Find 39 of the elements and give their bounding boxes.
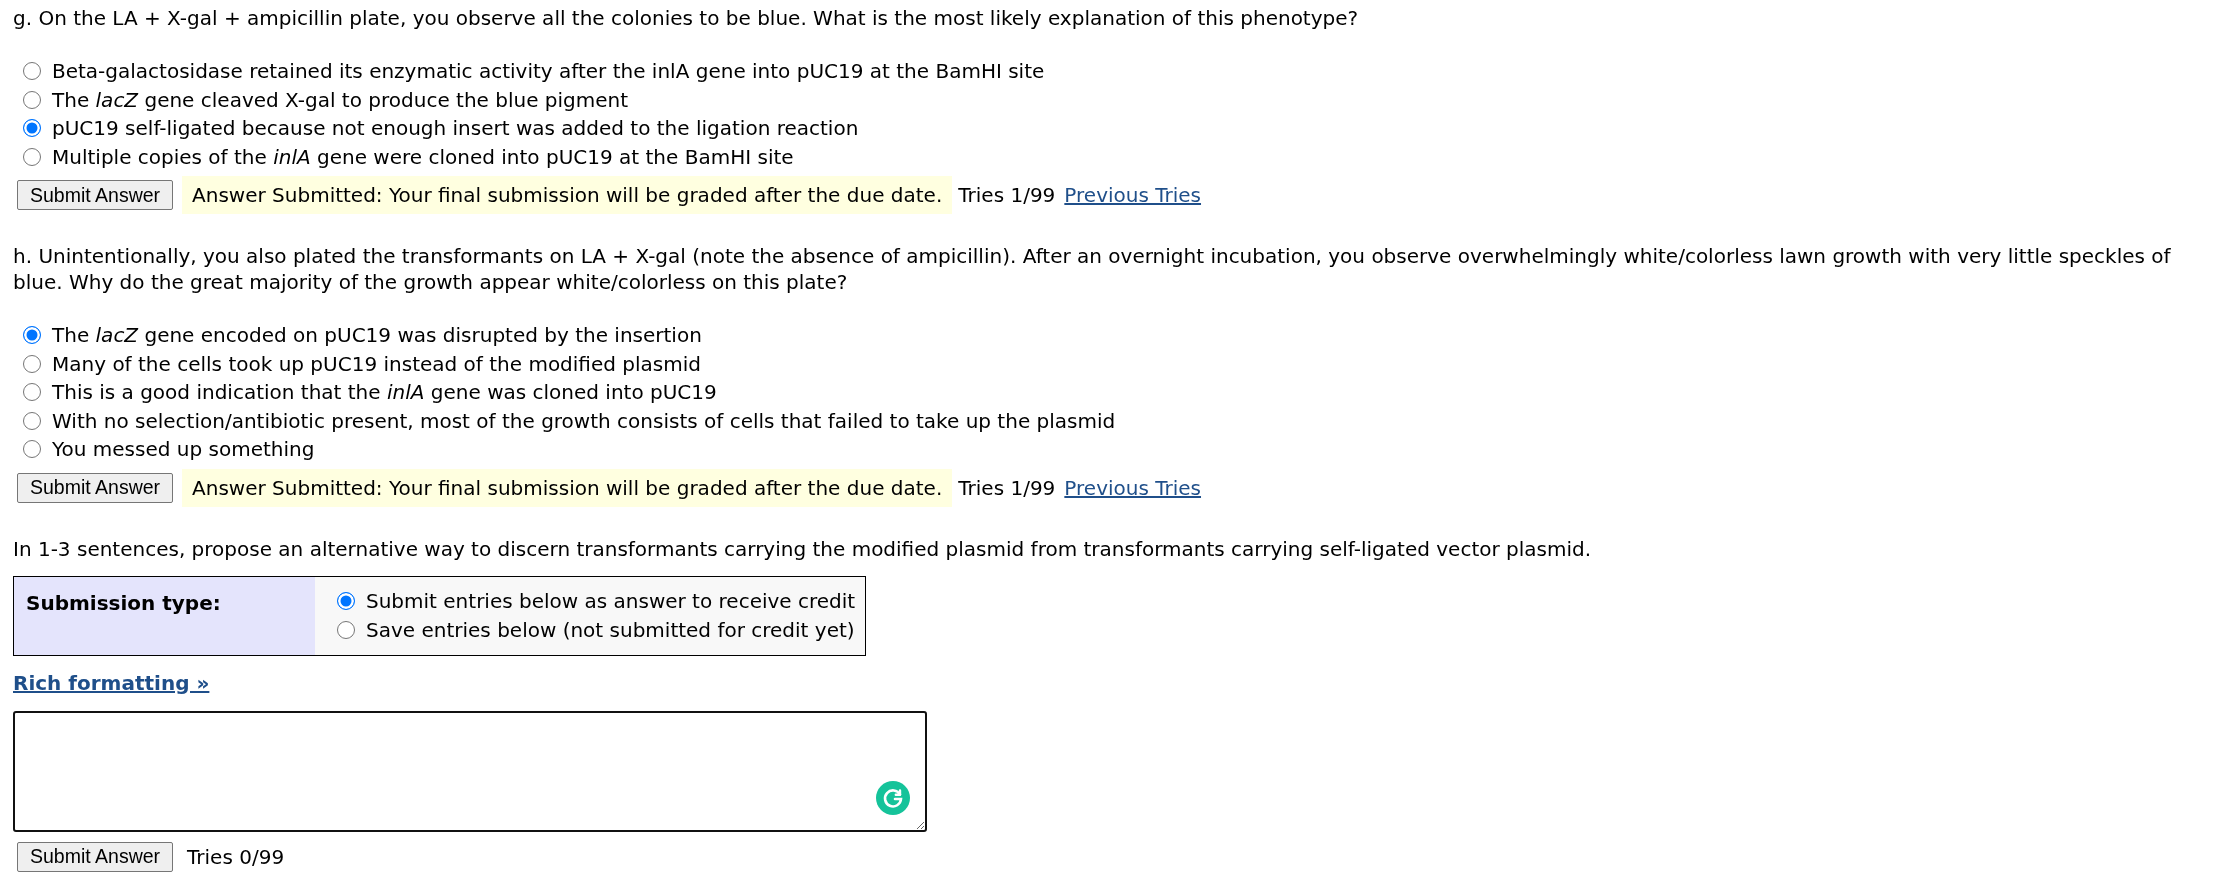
answer-box[interactable] bbox=[13, 710, 927, 832]
question-text: In 1-3 sentences, propose an alternative way to discern transformants carrying the modified plasmid from transformants carrying self-ligated vector plasmid. bbox=[13, 535, 1593, 562]
option-label: Save entries below (not submitted for credit yet) bbox=[366, 618, 855, 642]
radio-button[interactable] bbox=[23, 62, 41, 81]
radio-button[interactable] bbox=[23, 354, 41, 373]
radio-button[interactable] bbox=[23, 326, 41, 345]
status-message: Answer Submitted: Your final submission will be graded after the due date. bbox=[182, 176, 953, 214]
option-label: The lacZ gene encoded on pUC19 was disrupted by the insertion bbox=[52, 323, 702, 348]
option-label: Beta-galactosidase retained its enzymatic activity after the inlA gene into pUC19 at the BamHI site bbox=[52, 59, 1045, 84]
option-label: With no selection/antibiotic present, most of the growth consists of cells that failed to take up the plasmid bbox=[52, 408, 1116, 433]
radio-button[interactable] bbox=[23, 90, 41, 109]
radio-button[interactable] bbox=[337, 621, 355, 639]
radio-button[interactable] bbox=[337, 592, 355, 610]
rich-formatting-link[interactable]: Rich formatting » bbox=[13, 669, 210, 696]
radio-button[interactable] bbox=[23, 440, 41, 459]
submit-answer-button[interactable]: Submit Answer bbox=[17, 180, 174, 210]
tries-count: Tries 1/99 bbox=[958, 183, 1056, 207]
radio-button[interactable] bbox=[23, 147, 41, 166]
option-label: Many of the cells took up pUC19 instead of the modified plasmid bbox=[52, 351, 701, 376]
question-text: h. Unintentionally, you also plated the transformants on LA + X-gal (note the absence of ampicillin). After an overnight incubation, you observe overwhelmingly white/colorless lawn growth with very little speckles of blue. Why do the great majority of the growth appear white/colorless on this plate? bbox=[13, 243, 2172, 295]
option-label: Submit entries below as answer to receive credit bbox=[366, 589, 856, 613]
radio-button[interactable] bbox=[23, 119, 41, 138]
status-message: Answer Submitted: Your final submission will be graded after the due date. bbox=[182, 468, 953, 507]
radio-button[interactable] bbox=[23, 383, 41, 402]
option-label: This is a good indication that the inlA gene was cloned into pUC19 bbox=[52, 380, 717, 405]
tries-count: Tries 1/99 bbox=[958, 475, 1056, 500]
g-badge-icon[interactable] bbox=[876, 780, 910, 815]
submit-answer-button[interactable]: Submit Answer bbox=[17, 841, 174, 872]
option-label: You messed up something bbox=[52, 437, 315, 462]
submission-type-label: Submission type: bbox=[26, 590, 221, 615]
option-label: pUC19 self-ligated because not enough insert was added to the ligation reaction bbox=[52, 116, 859, 141]
tries-count: Tries 0/99 bbox=[187, 844, 285, 869]
question-text: g. On the LA + X-gal + ampicillin plate, you observe all the colonies to be blue. What is the most likely explanation of this phenotype? bbox=[13, 5, 1360, 31]
previous-tries-link[interactable]: Previous Tries bbox=[1064, 183, 1201, 207]
option-label: Multiple copies of the inlA gene were cloned into pUC19 at the BamHI site bbox=[52, 144, 794, 169]
submit-answer-button[interactable]: Submit Answer bbox=[17, 472, 174, 503]
option-label: The lacZ gene cleaved X-gal to produce the blue pigment bbox=[52, 87, 629, 112]
radio-button[interactable] bbox=[23, 411, 41, 430]
previous-tries-link[interactable]: Previous Tries bbox=[1064, 475, 1201, 500]
